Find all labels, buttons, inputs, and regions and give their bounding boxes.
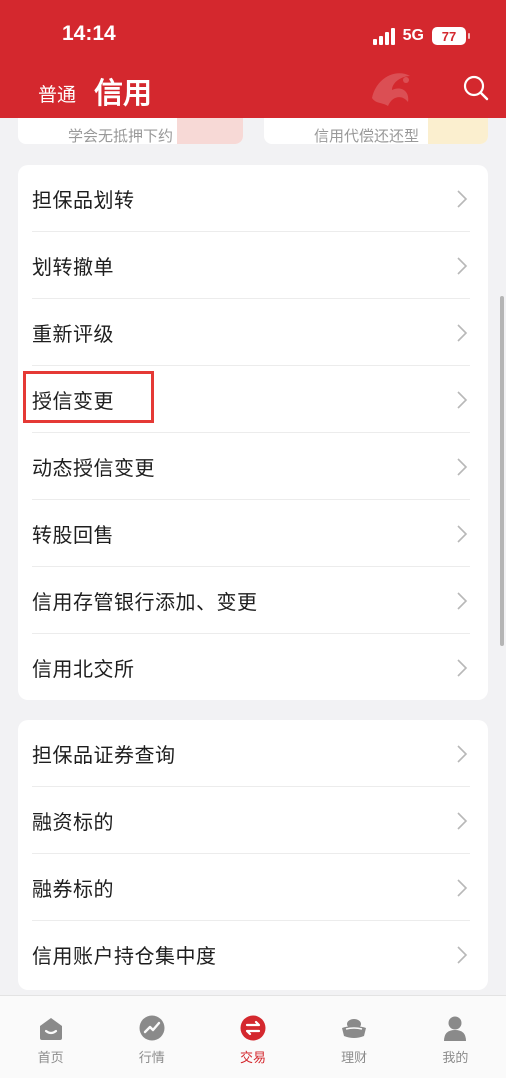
chevron-right-icon — [457, 391, 468, 409]
menu-item-label: 信用北交所 — [32, 657, 135, 681]
chevron-right-icon — [457, 879, 468, 897]
banner-left-text: 学会无抵押下约 — [68, 127, 174, 144]
menu-item-label: 信用存管银行添加、变更 — [32, 590, 258, 614]
menu-item-label: 担保品划转 — [32, 188, 135, 212]
nav-item-trade[interactable]: 交易 — [202, 996, 303, 1078]
search-icon[interactable] — [462, 74, 490, 102]
status-time: 14:14 — [62, 22, 116, 45]
chevron-right-icon — [457, 659, 468, 677]
menu-item-label: 授信变更 — [32, 389, 114, 413]
network-type: 5G — [402, 27, 424, 44]
app-header: 14:14 5G 77 普通 信用 — [0, 0, 506, 118]
menu-item-re-rating[interactable]: 重新评级 — [18, 299, 488, 366]
banner-cards: 学会无抵押下约 信用代偿还还型 — [0, 118, 506, 144]
menu-item-collateral-query[interactable]: 担保品证券查询 — [18, 720, 488, 787]
banner-card-right[interactable]: 信用代偿还还型 — [264, 118, 488, 144]
nav-label: 首页 — [37, 1051, 64, 1066]
menu-item-label: 重新评级 — [32, 322, 114, 346]
banner-left-decoration — [177, 118, 243, 144]
banner-right-text: 信用代偿还还型 — [314, 127, 420, 144]
battery-level: 77 — [441, 28, 457, 44]
menu-item-label: 转股回售 — [32, 523, 114, 547]
chevron-right-icon — [457, 946, 468, 964]
status-indicators: 5G 77 — [372, 24, 470, 48]
nav-label: 交易 — [239, 1051, 266, 1066]
menu-item-margin-financing-targets[interactable]: 融资标的 — [18, 787, 488, 854]
bottom-nav: 首页 行情 交易 理财 我的 — [0, 995, 506, 1078]
menu-item-credit-change[interactable]: 授信变更 — [18, 366, 488, 433]
nav-label: 理财 — [341, 1051, 368, 1066]
nav-item-market[interactable]: 行情 — [101, 996, 202, 1078]
menu-item-label: 融券标的 — [32, 877, 114, 901]
trade-exchange-icon — [240, 1015, 266, 1041]
menu-item-collateral-transfer[interactable]: 担保品划转 — [18, 165, 488, 232]
chevron-right-icon — [457, 257, 468, 275]
menu-item-position-concentration[interactable]: 信用账户持仓集中度 — [18, 921, 488, 988]
scrollbar[interactable] — [500, 296, 504, 646]
nav-label: 行情 — [138, 1051, 165, 1066]
dragon-logo-icon — [372, 73, 410, 106]
chevron-right-icon — [457, 190, 468, 208]
market-chart-icon — [139, 1015, 165, 1041]
menu-item-dynamic-credit-change[interactable]: 动态授信变更 — [18, 433, 488, 500]
menu-item-conversion-putback[interactable]: 转股回售 — [18, 500, 488, 567]
credit-menu-group-2: 担保品证券查询 融资标的 融券标的 信用账户持仓集中度 — [18, 720, 488, 990]
tab-normal[interactable]: 普通 — [38, 80, 76, 107]
menu-item-securities-lending-targets[interactable]: 融券标的 — [18, 854, 488, 921]
chevron-right-icon — [457, 745, 468, 763]
menu-item-credit-bse[interactable]: 信用北交所 — [18, 634, 488, 701]
menu-item-label: 划转撤单 — [32, 255, 114, 279]
signal-icon — [372, 27, 395, 45]
menu-item-label: 动态授信变更 — [32, 456, 155, 480]
battery-icon: 77 — [432, 27, 470, 45]
banner-right-decoration — [428, 118, 488, 144]
chevron-right-icon — [457, 525, 468, 543]
chevron-right-icon — [457, 592, 468, 610]
chevron-right-icon — [457, 812, 468, 830]
credit-menu-group-1: 担保品划转 划转撤单 重新评级 授信变更 动态授信变更 转股回售 信用存管银行添… — [18, 165, 488, 700]
menu-item-custodian-bank-change[interactable]: 信用存管银行添加、变更 — [18, 567, 488, 634]
menu-item-label: 融资标的 — [32, 810, 114, 834]
home-icon — [39, 1018, 62, 1040]
nav-item-home[interactable]: 首页 — [0, 996, 101, 1078]
nav-item-wealth[interactable]: 理财 — [304, 996, 405, 1078]
menu-item-transfer-cancel[interactable]: 划转撤单 — [18, 232, 488, 299]
chevron-right-icon — [457, 458, 468, 476]
menu-item-label: 担保品证券查询 — [32, 743, 176, 767]
menu-item-label: 信用账户持仓集中度 — [32, 944, 217, 968]
nav-label: 我的 — [442, 1051, 469, 1066]
user-icon — [444, 1016, 467, 1041]
chevron-right-icon — [457, 324, 468, 342]
ingot-icon — [342, 1019, 367, 1038]
banner-card-left[interactable]: 学会无抵押下约 — [18, 118, 243, 144]
nav-item-mine[interactable]: 我的 — [405, 996, 506, 1078]
tab-credit[interactable]: 信用 — [94, 70, 152, 112]
